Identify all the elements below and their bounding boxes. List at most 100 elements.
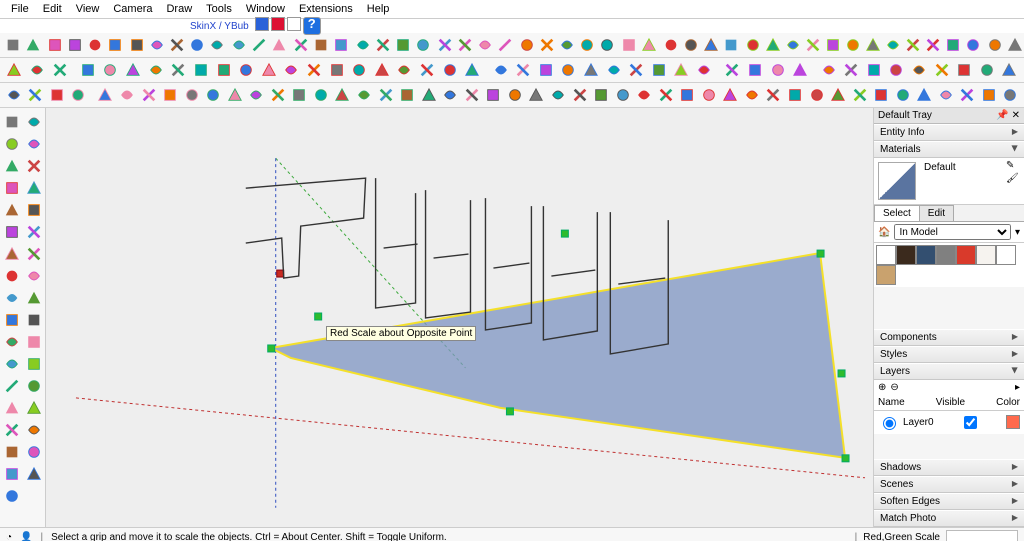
c10-icon[interactable] — [203, 84, 223, 106]
pencil-icon[interactable] — [2, 178, 22, 198]
c19-icon[interactable] — [397, 84, 417, 106]
b12-icon[interactable] — [258, 59, 279, 81]
tab-select[interactable]: Select — [874, 205, 920, 221]
tray-pin-icon[interactable]: 📌 ✕ — [996, 110, 1020, 121]
help-icon[interactable]: ? — [303, 17, 321, 35]
sel2-icon[interactable] — [374, 34, 392, 56]
b10-icon[interactable] — [213, 59, 234, 81]
sel4-icon[interactable] — [414, 34, 432, 56]
prot-icon[interactable] — [208, 34, 226, 56]
c20-icon[interactable] — [419, 84, 439, 106]
panel-entity-info[interactable]: Entity Info — [874, 124, 1024, 141]
fog-icon[interactable] — [682, 34, 700, 56]
c39-icon[interactable] — [828, 84, 848, 106]
b6-icon[interactable] — [123, 59, 144, 81]
library-menu-icon[interactable]: ▾ — [1015, 227, 1020, 238]
rotate-icon[interactable] — [312, 34, 330, 56]
c4-icon[interactable] — [69, 84, 89, 106]
b26-icon[interactable] — [581, 59, 602, 81]
b9-icon[interactable] — [191, 59, 212, 81]
material-swatch[interactable] — [956, 245, 976, 265]
zoomext-icon[interactable] — [24, 310, 44, 330]
c27-icon[interactable] — [570, 84, 590, 106]
stop-icon[interactable] — [287, 17, 301, 31]
b31-icon[interactable] — [694, 59, 715, 81]
b16-icon[interactable] — [349, 59, 370, 81]
tab-edit[interactable]: Edit — [919, 205, 954, 221]
c15-icon[interactable] — [311, 84, 331, 106]
material-swatch[interactable] — [876, 245, 896, 265]
c23-icon[interactable] — [484, 84, 504, 106]
scale-icon[interactable] — [332, 34, 350, 56]
a7-icon[interactable] — [864, 34, 882, 56]
b18-icon[interactable] — [394, 59, 415, 81]
b20-icon[interactable] — [439, 59, 460, 81]
look-icon[interactable] — [24, 398, 44, 418]
a4-icon[interactable] — [804, 34, 822, 56]
panel-components[interactable]: Components — [874, 329, 1024, 346]
panel-shadows[interactable]: Shadows — [874, 459, 1024, 476]
pie-icon[interactable] — [2, 332, 22, 352]
c5-icon[interactable] — [96, 84, 116, 106]
tape-icon[interactable] — [188, 34, 206, 56]
xray-icon[interactable] — [702, 34, 720, 56]
b11-icon[interactable] — [236, 59, 257, 81]
menu-window[interactable]: Window — [239, 2, 292, 16]
b22-icon[interactable] — [490, 59, 511, 81]
c16-icon[interactable] — [333, 84, 353, 106]
c3-icon[interactable] — [47, 84, 67, 106]
b19-icon[interactable] — [417, 59, 438, 81]
front-icon[interactable] — [558, 34, 576, 56]
c43-icon[interactable] — [914, 84, 934, 106]
text-icon[interactable] — [148, 34, 166, 56]
b37-icon[interactable] — [841, 59, 862, 81]
iso-icon[interactable] — [518, 34, 536, 56]
b29-icon[interactable] — [649, 59, 670, 81]
shadow-icon[interactable] — [662, 34, 680, 56]
material-swatch[interactable] — [936, 245, 956, 265]
back-icon[interactable] — [598, 34, 616, 56]
c21-icon[interactable] — [440, 84, 460, 106]
geolocation-icon[interactable]: ◔ — [6, 532, 12, 541]
b5-icon[interactable] — [100, 59, 121, 81]
offset-icon[interactable] — [2, 398, 22, 418]
menu-edit[interactable]: Edit — [36, 2, 69, 16]
circle-icon[interactable] — [86, 34, 104, 56]
paint-icon[interactable] — [128, 34, 146, 56]
menu-view[interactable]: View — [69, 2, 107, 16]
layer-visible-checkbox[interactable] — [964, 416, 977, 429]
c18-icon[interactable] — [376, 84, 396, 106]
c6-icon[interactable] — [117, 84, 137, 106]
b33-icon[interactable] — [745, 59, 766, 81]
panel-layers[interactable]: Layers — [874, 363, 1024, 380]
b36-icon[interactable] — [818, 59, 839, 81]
b27-icon[interactable] — [603, 59, 624, 81]
menu-extensions[interactable]: Extensions — [292, 2, 360, 16]
orbit-icon[interactable] — [24, 222, 44, 242]
dims-icon[interactable] — [168, 34, 186, 56]
sun2-icon[interactable] — [1006, 34, 1024, 56]
c29-icon[interactable] — [613, 84, 633, 106]
prot-icon[interactable] — [24, 112, 44, 132]
menu-draw[interactable]: Draw — [159, 2, 199, 16]
b13-icon[interactable] — [281, 59, 302, 81]
b15-icon[interactable] — [326, 59, 347, 81]
scale-icon[interactable] — [2, 464, 22, 484]
section-icon[interactable] — [24, 420, 44, 440]
c30-icon[interactable] — [634, 84, 654, 106]
cursor-icon[interactable] — [2, 112, 22, 132]
model-viewport[interactable]: Red Scale about Opposite Point — [46, 108, 873, 527]
rotrect-icon[interactable] — [2, 244, 22, 264]
menu-camera[interactable]: Camera — [106, 2, 159, 16]
credits-icon[interactable]: 👤 — [20, 532, 32, 541]
measurement-input[interactable] — [946, 530, 1018, 541]
cam-icon[interactable] — [24, 354, 44, 374]
c24-icon[interactable] — [505, 84, 525, 106]
b8-icon[interactable] — [168, 59, 189, 81]
c13-icon[interactable] — [268, 84, 288, 106]
a6-icon[interactable] — [844, 34, 862, 56]
b40-icon[interactable] — [909, 59, 930, 81]
arc-icon[interactable] — [106, 34, 124, 56]
material-swatch[interactable] — [976, 245, 996, 265]
record-icon[interactable] — [271, 17, 285, 31]
